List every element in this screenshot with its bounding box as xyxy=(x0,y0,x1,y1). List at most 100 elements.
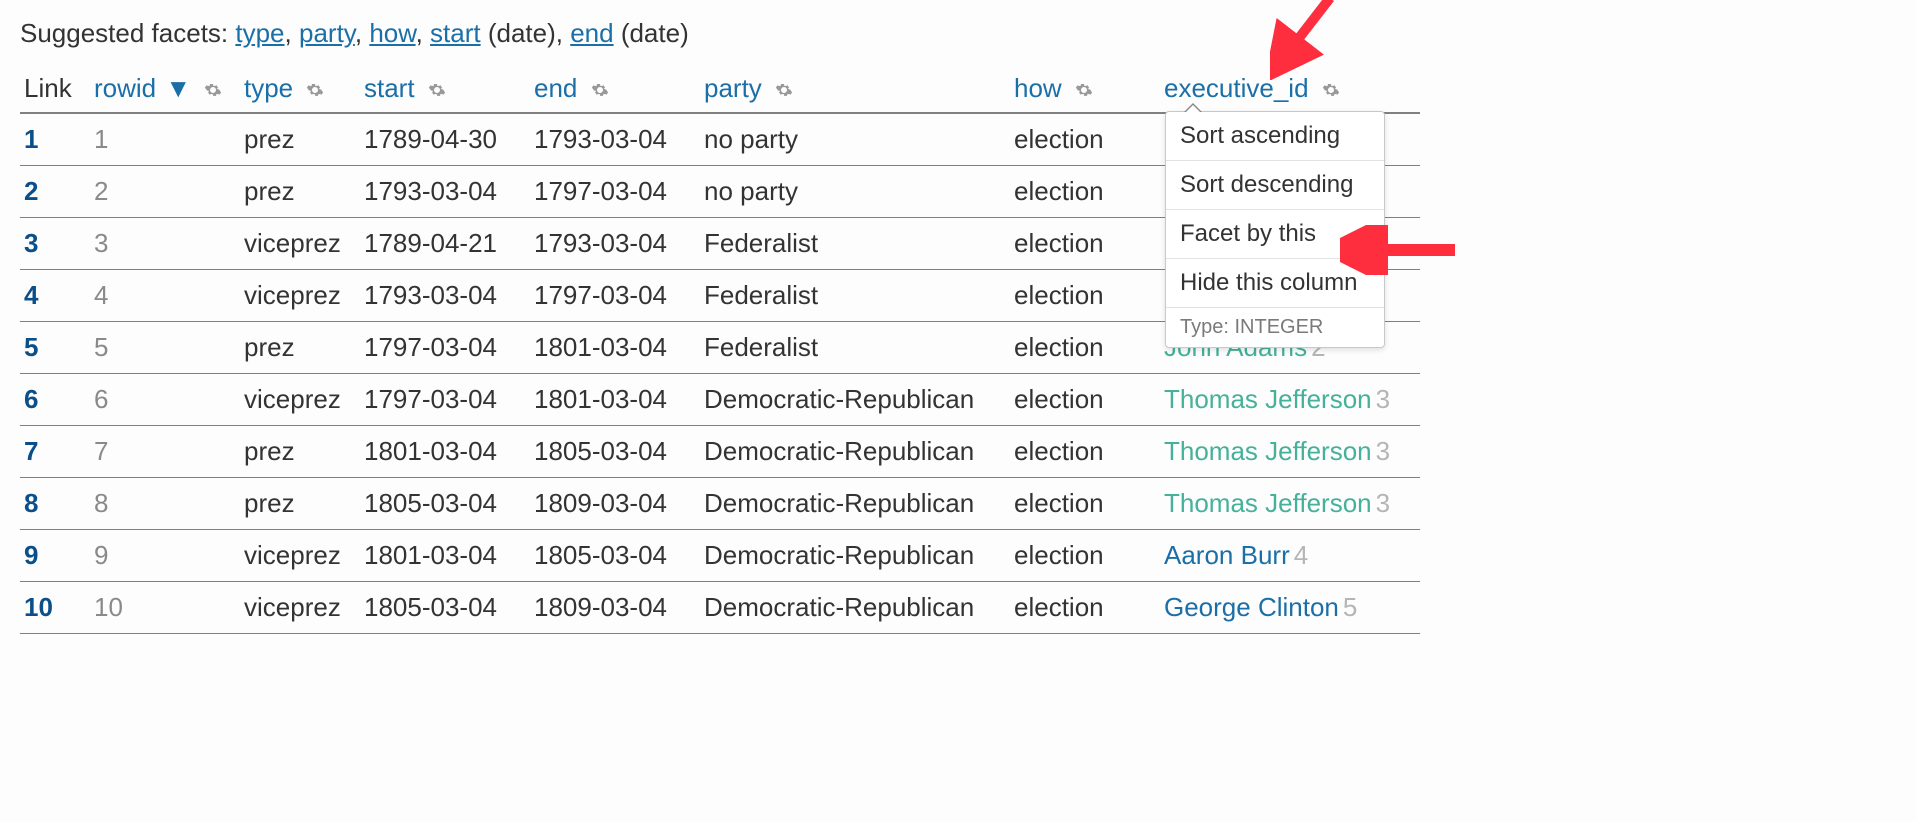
cell-rowid: 3 xyxy=(90,218,240,270)
table-row: 77prez1801-03-041805-03-04Democratic-Rep… xyxy=(20,426,1420,478)
facet-link-type[interactable]: type xyxy=(235,18,284,48)
cell-party: Federalist xyxy=(700,218,1010,270)
cell-party: Democratic-Republican xyxy=(700,582,1010,634)
cell-type: viceprez xyxy=(240,374,360,426)
sort-how-link[interactable]: how xyxy=(1014,73,1062,103)
cell-start: 1801-03-04 xyxy=(360,426,530,478)
sort-end-link[interactable]: end xyxy=(534,73,577,103)
cell-how: election xyxy=(1010,322,1160,374)
executive-link[interactable]: George Clinton xyxy=(1164,592,1339,622)
gear-icon[interactable] xyxy=(306,81,324,99)
cell-party: Federalist xyxy=(700,270,1010,322)
column-header-type[interactable]: type xyxy=(240,69,360,113)
row-link[interactable]: 1 xyxy=(20,113,90,166)
column-header-rowid[interactable]: rowid ▼ xyxy=(90,69,240,113)
column-header-party[interactable]: party xyxy=(700,69,1010,113)
facet-link-party[interactable]: party xyxy=(299,18,355,48)
cell-party: Democratic-Republican xyxy=(700,426,1010,478)
executive-link[interactable]: Thomas Jefferson xyxy=(1164,488,1372,518)
cell-how: election xyxy=(1010,478,1160,530)
sort-desc-icon: ▼ xyxy=(165,73,191,103)
cell-end: 1793-03-04 xyxy=(530,218,700,270)
cell-rowid: 1 xyxy=(90,113,240,166)
menu-hide-column[interactable]: Hide this column xyxy=(1166,259,1384,308)
facet-link-end[interactable]: end xyxy=(570,18,613,48)
column-header-start[interactable]: start xyxy=(360,69,530,113)
executive-link[interactable]: Aaron Burr xyxy=(1164,540,1290,570)
cell-how: election xyxy=(1010,166,1160,218)
executive-id-number: 3 xyxy=(1376,384,1390,414)
sort-start-link[interactable]: start xyxy=(364,73,415,103)
menu-sort-descending[interactable]: Sort descending xyxy=(1166,161,1384,210)
cell-party: no party xyxy=(700,113,1010,166)
sort-type-link[interactable]: type xyxy=(244,73,293,103)
cell-party: no party xyxy=(700,166,1010,218)
cell-rowid: 4 xyxy=(90,270,240,322)
cell-type: viceprez xyxy=(240,582,360,634)
cell-rowid: 5 xyxy=(90,322,240,374)
row-link[interactable]: 5 xyxy=(20,322,90,374)
cell-type: viceprez xyxy=(240,218,360,270)
menu-sort-ascending[interactable]: Sort ascending xyxy=(1166,112,1384,161)
cell-end: 1805-03-04 xyxy=(530,530,700,582)
row-link[interactable]: 4 xyxy=(20,270,90,322)
cell-how: election xyxy=(1010,374,1160,426)
cell-end: 1809-03-04 xyxy=(530,478,700,530)
table-row: 99viceprez1801-03-041805-03-04Democratic… xyxy=(20,530,1420,582)
cell-start: 1793-03-04 xyxy=(360,166,530,218)
gear-icon[interactable] xyxy=(1322,81,1340,99)
column-header-how[interactable]: how xyxy=(1010,69,1160,113)
cell-end: 1801-03-04 xyxy=(530,374,700,426)
executive-id-number: 4 xyxy=(1294,540,1308,570)
cell-executive-id: Aaron Burr4 xyxy=(1160,530,1420,582)
menu-facet-by-this[interactable]: Facet by this xyxy=(1166,210,1384,259)
cell-rowid: 7 xyxy=(90,426,240,478)
cell-type: viceprez xyxy=(240,270,360,322)
column-header-executive-id[interactable]: executive_id Sort ascending Sort descend… xyxy=(1160,69,1420,113)
gear-icon[interactable] xyxy=(591,81,609,99)
cell-type: viceprez xyxy=(240,530,360,582)
row-link[interactable]: 6 xyxy=(20,374,90,426)
cell-end: 1797-03-04 xyxy=(530,270,700,322)
cell-how: election xyxy=(1010,530,1160,582)
row-link[interactable]: 9 xyxy=(20,530,90,582)
cell-party: Democratic-Republican xyxy=(700,374,1010,426)
gear-icon[interactable] xyxy=(204,81,222,99)
row-link[interactable]: 10 xyxy=(20,582,90,634)
executive-link[interactable]: Thomas Jefferson xyxy=(1164,384,1372,414)
executive-link[interactable]: Thomas Jefferson xyxy=(1164,436,1372,466)
gear-icon[interactable] xyxy=(1075,81,1093,99)
column-menu: Sort ascending Sort descending Facet by … xyxy=(1165,111,1385,348)
cell-start: 1805-03-04 xyxy=(360,582,530,634)
cell-type: prez xyxy=(240,322,360,374)
cell-start: 1797-03-04 xyxy=(360,374,530,426)
cell-type: prez xyxy=(240,166,360,218)
sort-executive-id-link[interactable]: executive_id xyxy=(1164,73,1309,103)
row-link[interactable]: 8 xyxy=(20,478,90,530)
cell-end: 1805-03-04 xyxy=(530,426,700,478)
row-link[interactable]: 7 xyxy=(20,426,90,478)
cell-end: 1797-03-04 xyxy=(530,166,700,218)
facet-link-how[interactable]: how xyxy=(369,18,415,48)
cell-start: 1793-03-04 xyxy=(360,270,530,322)
gear-icon[interactable] xyxy=(428,81,446,99)
cell-rowid: 8 xyxy=(90,478,240,530)
gear-icon[interactable] xyxy=(775,81,793,99)
suggested-facets: Suggested facets: type, party, how, star… xyxy=(20,18,1896,49)
sort-rowid-link[interactable]: rowid xyxy=(94,73,156,103)
cell-end: 1809-03-04 xyxy=(530,582,700,634)
cell-type: prez xyxy=(240,478,360,530)
executive-id-number: 3 xyxy=(1376,436,1390,466)
cell-type: prez xyxy=(240,426,360,478)
cell-start: 1789-04-30 xyxy=(360,113,530,166)
cell-executive-id: Thomas Jefferson3 xyxy=(1160,426,1420,478)
row-link[interactable]: 2 xyxy=(20,166,90,218)
cell-start: 1805-03-04 xyxy=(360,478,530,530)
column-header-end[interactable]: end xyxy=(530,69,700,113)
sort-party-link[interactable]: party xyxy=(704,73,762,103)
cell-party: Democratic-Republican xyxy=(700,530,1010,582)
cell-how: election xyxy=(1010,582,1160,634)
row-link[interactable]: 3 xyxy=(20,218,90,270)
cell-executive-id: George Clinton5 xyxy=(1160,582,1420,634)
facet-link-start[interactable]: start xyxy=(430,18,481,48)
